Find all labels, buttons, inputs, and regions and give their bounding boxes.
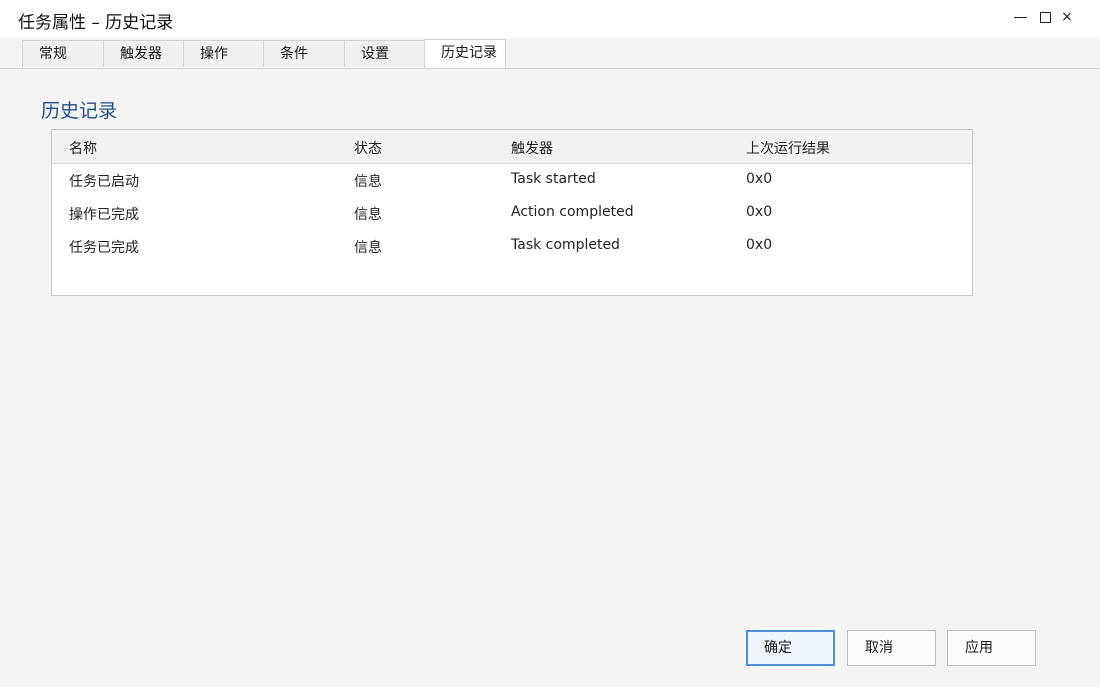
cell-last-result: 0x0 [746, 237, 773, 253]
table-row[interactable]: 任务已完成 信息 Task completed 0x0 [52, 229, 972, 262]
cell-name: 任务已完成 [69, 240, 139, 256]
task-properties-window: 任务属性 – 历史记录 × 常规 触发器 操作 条件 设置 历史记录 历史记录 … [0, 0, 1100, 687]
tab-actions[interactable]: 操作 [183, 40, 264, 67]
column-header-status[interactable]: 状态 [354, 138, 382, 158]
column-header-name[interactable]: 名称 [69, 138, 97, 158]
window-title: 任务属性 – 历史记录 [18, 13, 174, 33]
tab-settings[interactable]: 设置 [344, 40, 425, 67]
ok-button[interactable]: 确定 [746, 630, 835, 666]
cell-trigger: Task started [511, 171, 596, 187]
column-header-trigger[interactable]: 触发器 [511, 138, 553, 158]
tab-history[interactable]: 历史记录 [424, 39, 506, 68]
cell-last-result: 0x0 [746, 171, 773, 187]
tab-triggers[interactable]: 触发器 [103, 40, 184, 67]
column-header-last-result[interactable]: 上次运行结果 [746, 138, 830, 158]
cell-trigger: Task completed [511, 237, 620, 253]
cell-last-result: 0x0 [746, 204, 773, 220]
cell-status: 信息 [354, 174, 382, 190]
minimize-icon[interactable] [1010, 6, 1032, 28]
tab-general[interactable]: 常规 [22, 40, 104, 67]
table-row[interactable]: 任务已启动 信息 Task started 0x0 [52, 163, 972, 196]
cancel-button[interactable]: 取消 [847, 630, 936, 666]
history-table: 名称 状态 触发器 上次运行结果 任务已启动 信息 Task started 0… [51, 129, 973, 296]
apply-button[interactable]: 应用 [947, 630, 1036, 666]
tab-conditions[interactable]: 条件 [263, 40, 345, 67]
close-icon[interactable]: × [1056, 6, 1078, 28]
table-row[interactable]: 操作已完成 信息 Action completed 0x0 [52, 196, 972, 229]
section-title: 历史记录 [41, 100, 118, 122]
cell-trigger: Action completed [511, 204, 634, 220]
table-header: 名称 状态 触发器 上次运行结果 [52, 130, 972, 164]
tab-strip: 常规 触发器 操作 条件 设置 历史记录 [0, 38, 1100, 69]
cell-status: 信息 [354, 207, 382, 223]
cell-name: 操作已完成 [69, 207, 139, 223]
title-bar: 任务属性 – 历史记录 × [0, 0, 1100, 38]
cell-status: 信息 [354, 240, 382, 256]
cell-name: 任务已启动 [69, 174, 139, 190]
maximize-icon[interactable] [1034, 6, 1056, 28]
